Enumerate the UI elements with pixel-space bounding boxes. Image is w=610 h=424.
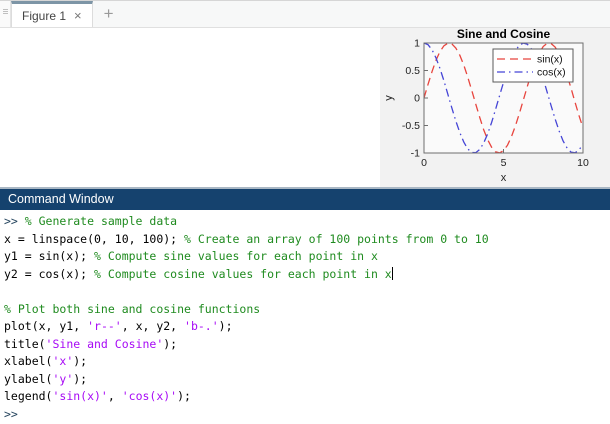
code-segment-code: ); [73, 371, 88, 386]
legend-entry-label: sin(x) [537, 54, 563, 66]
code-segment-string: 'sin(x)' [52, 389, 108, 403]
code-segment-code: ); [218, 319, 233, 333]
code-segment-code: , x, y2, [121, 319, 185, 333]
code-segment-comment: % Compute cosine values for each point i… [94, 266, 392, 281]
figure-panel: 1 0.5 0 -0.5 -1 0 5 10 Sine and Cosine x y sin(x) co… [0, 27, 610, 187]
matlab-window: Figure 1 × + 1 0.5 0 -0.5 -1 0 5 10 Sine and Cos… [0, 0, 610, 424]
code-segment-comment: % Compute sine values for each point in … [94, 249, 378, 263]
code-line: legend('sin(x)', 'cos(x)'); [4, 388, 610, 406]
tab-close-icon[interactable]: × [74, 9, 82, 22]
figure-tab-bar: Figure 1 × + [0, 0, 610, 28]
command-window-title: Command Window [8, 192, 114, 206]
tab-label: Figure 1 [22, 8, 67, 23]
sine-cosine-plot: 10.50-0.5-10 5 10Sine and Cosinexysin(x)co… [383, 27, 589, 184]
code-segment-code: ); [73, 354, 88, 368]
code-line: plot(x, y1, 'r--', x, y2, 'b-.'); [4, 318, 610, 336]
y-tick-label: -1 [411, 148, 420, 160]
code-segment-code: y2 = cos(x); [4, 266, 95, 281]
x-tick-label: 0 [421, 157, 427, 169]
panel-grip[interactable] [0, 1, 11, 27]
y-axis-label: y [383, 95, 395, 101]
code-segment-code: legend( [4, 389, 53, 403]
code-segment-code: title( [4, 336, 46, 351]
code-segment-comment: % Generate sample data [24, 214, 178, 228]
command-window-header: Command Window [0, 187, 610, 210]
code-line: y1 = sin(x); % Compute sine values for e… [4, 248, 610, 266]
plot-title: Sine and Cosine [457, 28, 551, 41]
code-segment-string: 'cos(x)' [121, 389, 178, 403]
code-segment-string: 'b-.' [184, 319, 219, 333]
code-segment-code: ylabel( [4, 371, 53, 386]
code-segment-code: ); [163, 336, 178, 351]
code-segment-prompt: >> [4, 406, 18, 421]
y-tick-label: -0.5 [402, 120, 420, 132]
tab-bar-spacer [125, 1, 610, 27]
x-tick-label: 10 [577, 157, 589, 169]
code-line: % Plot both sine and cosine functions [4, 301, 610, 319]
code-segment-comment: % Create an array of 100 points from 0 t… [184, 231, 489, 246]
y-tick-label: 1 [414, 38, 420, 50]
y-tick-label: 0.5 [405, 65, 420, 77]
code-line: >> % Generate sample data [4, 213, 610, 231]
code-segment-code: ); [177, 389, 191, 403]
code-line: xlabel('x'); [4, 353, 610, 371]
x-tick-label: 5 [501, 157, 507, 169]
code-segment-code: y1 = sin(x); [4, 249, 95, 263]
code-segment-code: , [107, 389, 122, 403]
code-segment-string: 'y' [52, 371, 74, 386]
code-segment-string: 'r--' [87, 319, 122, 333]
code-segment-code: xlabel( [4, 354, 53, 368]
code-segment-code: x = linspace(0, 10, 100); [4, 231, 185, 246]
command-window-body[interactable]: >> % Generate sample data x = linspace(0,… [0, 210, 610, 424]
y-tick-label: 0 [414, 93, 420, 105]
tab-figure-1[interactable]: Figure 1 × [11, 1, 93, 27]
code-line: x = linspace(0, 10, 100); % Create an ar… [4, 231, 610, 249]
code-line: y2 = cos(x); % Compute cosine values for… [4, 266, 610, 284]
new-tab-button[interactable]: + [93, 1, 125, 27]
grip-icon [2, 9, 8, 10]
code-segment-code: plot(x, y1, [4, 319, 88, 333]
text-cursor [391, 266, 393, 280]
x-axis-label: x [501, 172, 507, 184]
code-line: ylabel('y'); [4, 371, 610, 389]
legend-entry-label: cos(x) [537, 67, 566, 79]
code-segment-comment: % Plot both sine and cosine functions [4, 301, 261, 316]
code-segment-prompt: >> [4, 214, 25, 228]
figure-canvas[interactable]: 1 0.5 0 -0.5 -1 0 5 10 Sine and Cosine x y sin(x) co… [380, 27, 610, 187]
code-segment-string: 'x' [52, 354, 74, 368]
code-line: title('Sine and Cosine'); [4, 336, 610, 354]
code-line: >> [4, 406, 610, 424]
code-segment-string: 'Sine and Cosine' [45, 336, 164, 351]
